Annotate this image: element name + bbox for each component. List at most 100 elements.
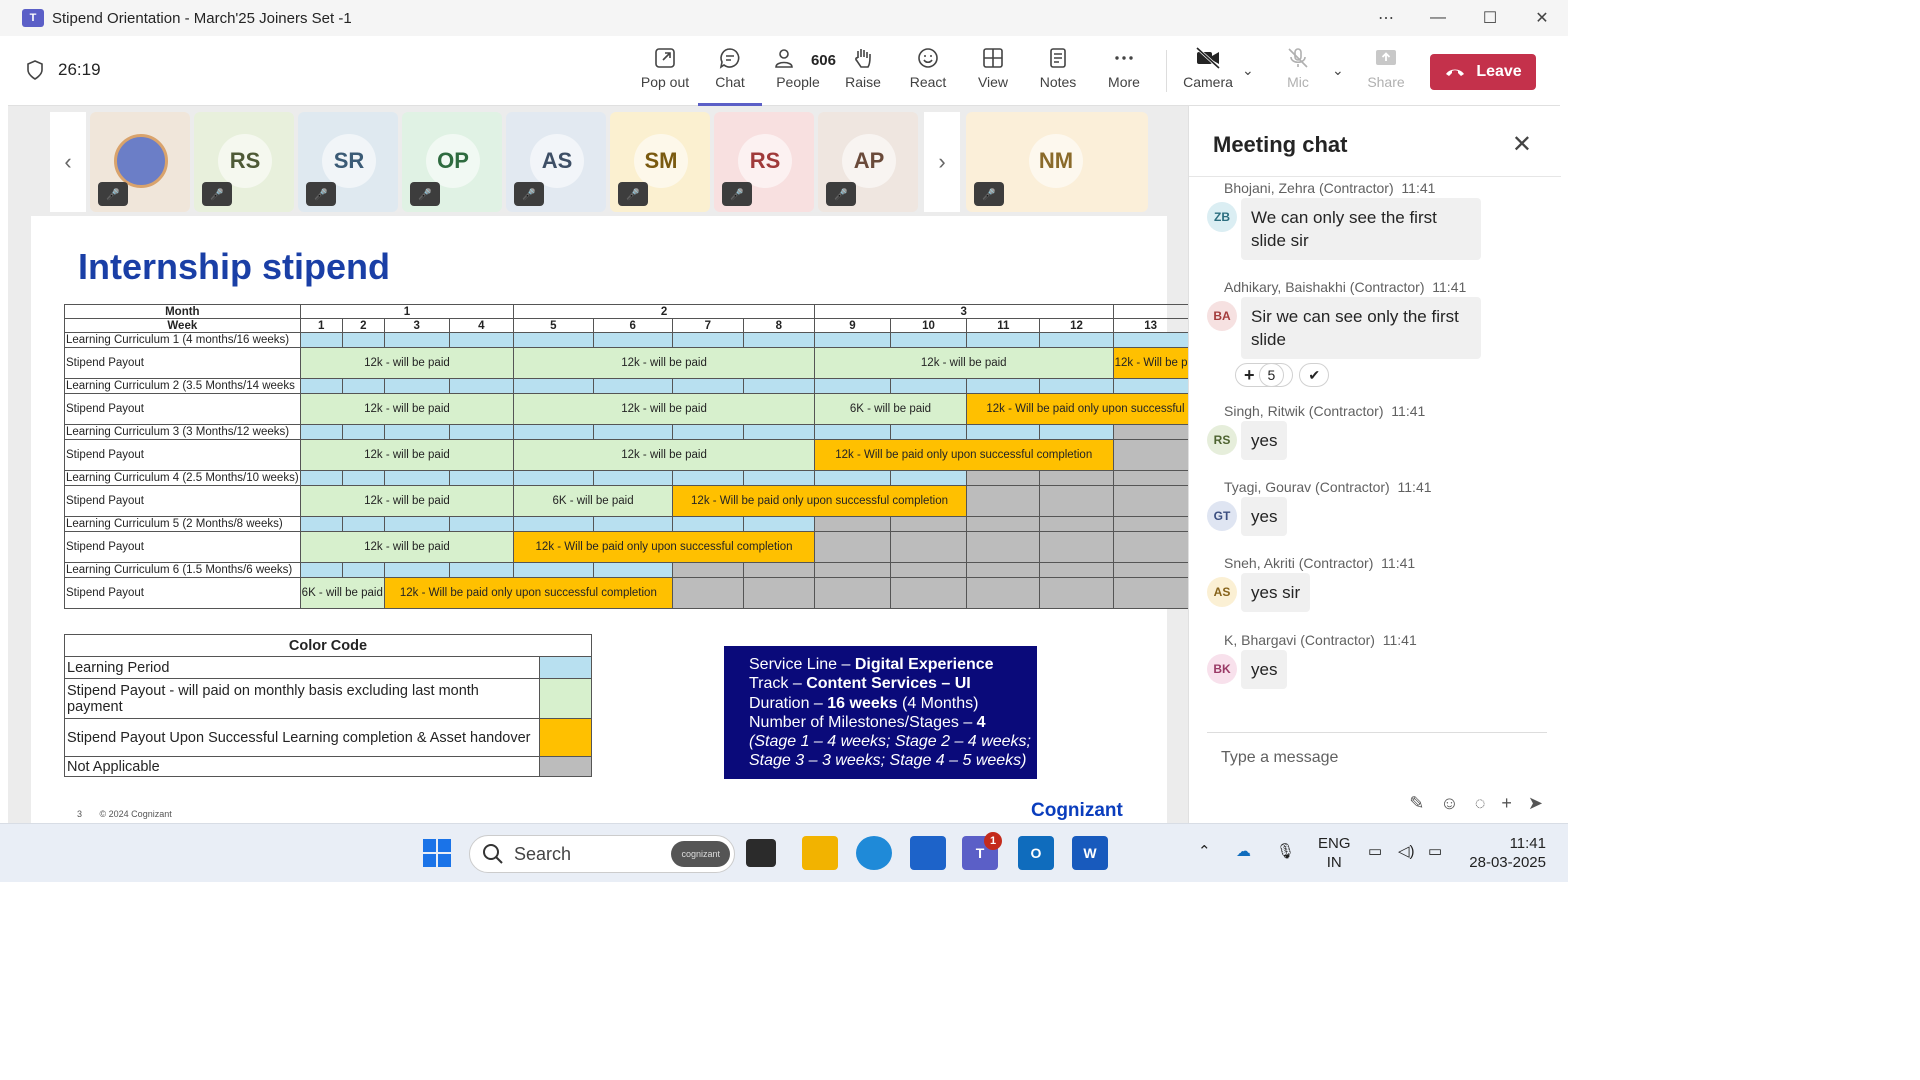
monthly-payout-cell: 12k - will be paid (513, 439, 815, 471)
pop-out-button[interactable]: Pop out (633, 46, 697, 90)
teams-notification-badge: 1 (984, 832, 1002, 850)
word-icon[interactable]: W (1072, 836, 1108, 870)
loop-icon[interactable]: ◌ (1475, 793, 1486, 814)
message-bubble[interactable]: We can only see the first slide sir (1241, 198, 1481, 260)
view-button[interactable]: View (961, 46, 1025, 90)
participant-tile[interactable]: RS 🎤 (714, 112, 814, 212)
message-bubble[interactable]: yes (1241, 497, 1288, 536)
sender-avatar[interactable]: BK (1207, 654, 1237, 684)
leave-button[interactable]: Leave (1430, 54, 1536, 90)
attach-plus-icon[interactable]: + (1501, 793, 1512, 814)
not-applicable-cell (671, 562, 744, 578)
learning-week-cell (671, 516, 744, 532)
curriculum-row: Learning Curriculum 5 (2 Months/8 weeks) (64, 516, 1374, 532)
network-icon[interactable]: ▭ (1368, 842, 1382, 861)
mic-options-chevron-icon[interactable]: ⌄ (1332, 62, 1344, 79)
battery-icon[interactable]: ▭ (1428, 842, 1442, 861)
send-icon[interactable]: ➤ (1528, 793, 1543, 814)
show-hidden-icons-chevron-icon[interactable]: ⌃ (1198, 842, 1211, 861)
react-button[interactable]: React (896, 46, 960, 90)
onedrive-icon[interactable]: ☁ (1236, 842, 1251, 861)
more-options-icon[interactable]: ⋯ (1360, 0, 1412, 36)
search-label: Search (514, 843, 572, 864)
legend-label: Not Applicable (64, 756, 540, 777)
chat-button[interactable]: Chat (698, 46, 762, 106)
learning-week-cell (592, 424, 673, 440)
chat-label: Chat (715, 74, 745, 90)
row-label: Learning Curriculum 2 (3.5 Months/14 wee… (64, 378, 301, 394)
shared-slide: Internship stipend Month 1 2 3 4 Week 12… (31, 216, 1374, 823)
more-button[interactable]: More (1092, 46, 1156, 90)
participant-tile[interactable]: SM 🎤 (610, 112, 710, 212)
sender-avatar[interactable]: BA (1207, 301, 1237, 331)
close-chat-icon[interactable]: ✕ (1512, 130, 1532, 159)
sender-avatar[interactable]: GT (1207, 501, 1237, 531)
message-bubble[interactable]: yes sir (1241, 573, 1311, 612)
edge-browser-icon[interactable] (856, 836, 892, 870)
participant-tile[interactable]: NM 🎤 (966, 112, 1148, 212)
raise-hand-button[interactable]: Raise (831, 46, 895, 90)
participant-tile[interactable]: SR 🎤 (298, 112, 398, 212)
participant-avatar: OP (426, 134, 480, 188)
minimize-button[interactable]: — (1412, 0, 1464, 36)
camera-button[interactable]: Camera (1176, 46, 1240, 90)
notes-button[interactable]: Notes (1026, 46, 1090, 90)
format-icon[interactable]: ✎ (1409, 793, 1424, 814)
message-bubble[interactable]: yes (1241, 650, 1288, 689)
learning-week-cell (341, 378, 385, 394)
learning-week-cell (742, 332, 815, 348)
window-controls: ⋯ — ☐ ✕ (1360, 0, 1568, 36)
sender-avatar[interactable]: AS (1207, 577, 1237, 607)
participant-tile[interactable]: 🎤 (90, 112, 190, 212)
learning-week-cell (592, 332, 673, 348)
reaction-count: 5 (1258, 363, 1285, 387)
learning-week-cell (383, 378, 450, 394)
hand-icon (855, 49, 871, 68)
clock[interactable]: 11:41 28-03-2025 (1466, 834, 1546, 872)
search-icon (483, 844, 503, 864)
people-button[interactable]: 606 People (760, 46, 836, 90)
muted-mic-icon: 🎤 (410, 182, 440, 206)
close-window-button[interactable]: ✕ (1516, 0, 1568, 36)
windows-start-icon[interactable] (419, 836, 455, 870)
microsoft-store-icon[interactable] (910, 836, 946, 870)
share-button[interactable]: Share (1354, 46, 1418, 90)
compose-box[interactable]: Type a message ✎ ☺ ◌ + ➤ (1207, 732, 1547, 823)
outlook-icon[interactable]: O (1018, 836, 1054, 870)
curriculum-row: Learning Curriculum 1 (4 months/16 weeks… (64, 332, 1374, 348)
plus-reaction[interactable]: +5 (1235, 363, 1294, 387)
learning-week-cell (513, 424, 594, 440)
completion-payout-cell: 12k - Will be paid only upon successful … (513, 531, 815, 563)
learning-week-cell (383, 516, 450, 532)
participant-tile[interactable]: AS 🎤 (506, 112, 606, 212)
learning-week-cell (671, 424, 744, 440)
taskbar-search[interactable]: Search cognizant (469, 835, 735, 873)
emoji-icon[interactable]: ☺ (1440, 793, 1458, 814)
participant-tile[interactable]: OP 🎤 (402, 112, 502, 212)
participant-tile[interactable]: RS 🎤 (194, 112, 294, 212)
month-3: 3 (813, 304, 1114, 319)
checkmark-reaction-icon[interactable]: ✔ (1299, 363, 1330, 387)
mic-button[interactable]: Mic (1266, 46, 1330, 90)
sender-avatar[interactable]: RS (1207, 425, 1237, 455)
region-code: IN (1326, 854, 1342, 871)
message-author: K, Bhargavi (Contractor) (1224, 632, 1375, 648)
file-explorer-icon[interactable] (802, 836, 838, 870)
message-bubble[interactable]: Sir we can see only the first slide (1241, 297, 1481, 359)
next-participants-chevron-icon[interactable]: › (924, 112, 960, 212)
mic-muted-tray-icon[interactable]: 🎙 (1276, 842, 1295, 861)
participant-tile[interactable]: AP 🎤 (818, 112, 918, 212)
sender-avatar[interactable]: ZB (1207, 202, 1237, 232)
not-applicable-cell (1039, 531, 1114, 563)
stage-breakdown-1: (Stage 1 – 4 weeks; Stage 2 – 4 weeks; (749, 733, 1031, 751)
message-bubble[interactable]: yes (1241, 421, 1288, 460)
maximize-button[interactable]: ☐ (1464, 0, 1516, 36)
week-number: 6 (592, 318, 673, 333)
toolbar-divider (1166, 50, 1167, 92)
camera-options-chevron-icon[interactable]: ⌄ (1242, 62, 1254, 79)
language-indicator[interactable]: ENG IN (1318, 834, 1351, 872)
volume-icon[interactable]: ◁) (1398, 842, 1415, 861)
prev-participants-chevron-icon[interactable]: ‹ (50, 112, 86, 212)
teams-taskbar-icon[interactable]: T1 (962, 832, 1002, 870)
task-view-icon[interactable] (746, 839, 776, 867)
